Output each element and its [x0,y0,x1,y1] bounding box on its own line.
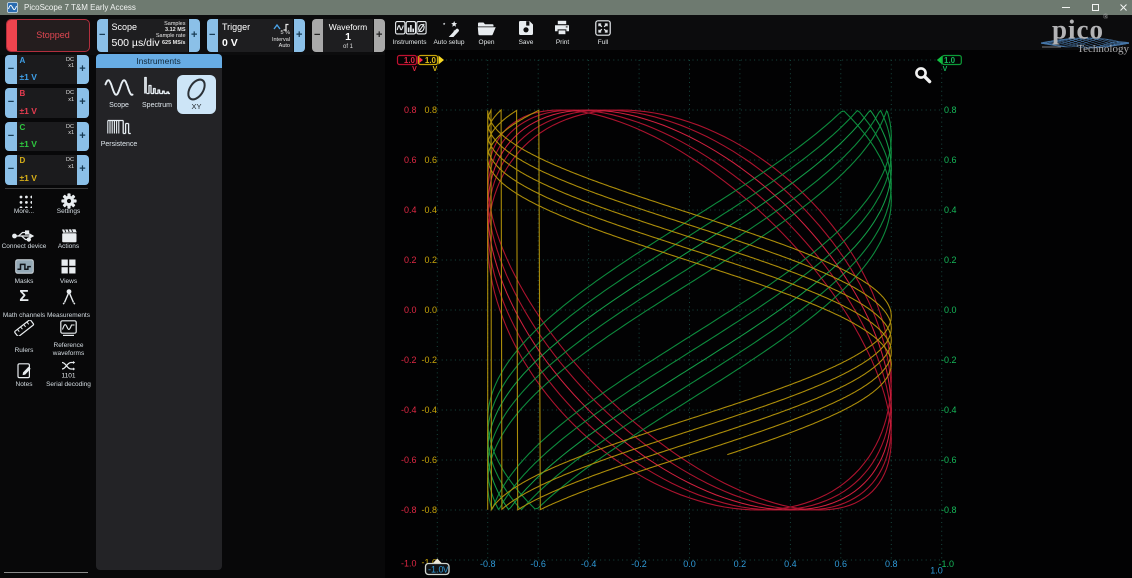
svg-text:0.8: 0.8 [424,105,437,115]
svg-text:-1.0: -1.0 [401,559,417,569]
svg-text:V: V [412,66,417,73]
svg-text:-0.2: -0.2 [401,355,417,365]
svg-text:V: V [443,565,449,574]
svg-text:1.0: 1.0 [930,566,943,576]
svg-text:-0.6: -0.6 [401,455,417,465]
svg-text:0.4: 0.4 [944,205,957,215]
svg-text:1.0: 1.0 [404,56,416,65]
svg-text:0.6: 0.6 [835,559,848,569]
svg-text:-0.2: -0.2 [421,355,437,365]
svg-text:-1.0: -1.0 [428,564,444,574]
svg-text:0.2: 0.2 [944,255,957,265]
svg-text:0.0: 0.0 [424,305,437,315]
svg-text:-0.6: -0.6 [530,559,546,569]
svg-text:-0.8: -0.8 [401,505,417,515]
svg-text:-0.2: -0.2 [631,559,647,569]
svg-text:0.4: 0.4 [784,559,797,569]
svg-text:V: V [433,66,438,73]
svg-text:-0.4: -0.4 [421,405,437,415]
svg-text:-0.8: -0.8 [941,505,957,515]
svg-text:0.2: 0.2 [734,559,747,569]
svg-text:-0.4: -0.4 [401,405,417,415]
svg-text:-0.8: -0.8 [421,505,437,515]
svg-text:0.2: 0.2 [404,255,417,265]
svg-text:-0.6: -0.6 [941,455,957,465]
svg-text:-0.4: -0.4 [581,559,597,569]
svg-text:-0.8: -0.8 [480,559,496,569]
svg-text:0.6: 0.6 [404,155,417,165]
svg-text:0.0: 0.0 [404,305,417,315]
svg-text:0.8: 0.8 [885,559,898,569]
svg-text:0.8: 0.8 [404,105,417,115]
svg-text:-0.4: -0.4 [941,405,957,415]
svg-text:1.0: 1.0 [425,56,437,65]
svg-text:0.6: 0.6 [424,155,437,165]
svg-text:-0.2: -0.2 [941,355,957,365]
svg-text:0.8: 0.8 [944,105,957,115]
svg-text:0.4: 0.4 [424,205,437,215]
svg-text:0.2: 0.2 [424,255,437,265]
svg-text:-0.6: -0.6 [421,455,437,465]
svg-text:0.0: 0.0 [944,305,957,315]
svg-text:1.0: 1.0 [944,56,956,65]
svg-text:0.6: 0.6 [944,155,957,165]
svg-text:V: V [943,66,948,73]
svg-text:0.4: 0.4 [404,205,417,215]
svg-text:0.0: 0.0 [683,559,696,569]
